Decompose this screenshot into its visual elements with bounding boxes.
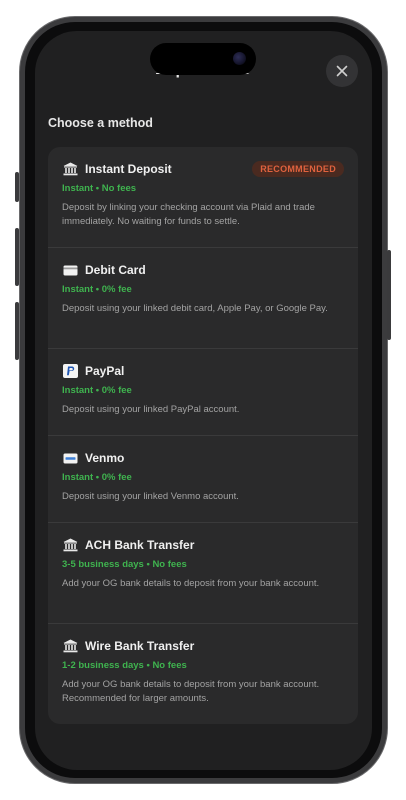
method-name: ACH Bank Transfer <box>85 538 195 552</box>
method-instant-deposit[interactable]: Instant Deposit RECOMMENDED Instant • No… <box>48 160 358 229</box>
venmo-icon <box>62 450 78 466</box>
deposit-methods-card: Instant Deposit RECOMMENDED Instant • No… <box>48 147 358 724</box>
bank-icon <box>62 537 78 553</box>
method-venmo[interactable]: Venmo Instant • 0% fee Deposit using you… <box>48 449 358 504</box>
divider <box>48 348 358 349</box>
method-name: PayPal <box>85 364 125 378</box>
method-meta: Instant • 0% fee <box>62 284 132 295</box>
paypal-icon <box>62 363 78 379</box>
method-meta: 3-5 business days • No fees <box>62 559 187 570</box>
bank-icon <box>62 161 78 177</box>
method-name: Instant Deposit <box>85 162 172 176</box>
close-icon <box>336 65 348 77</box>
method-description: Add your OG bank details to deposit from… <box>62 578 320 589</box>
action-button <box>15 172 19 202</box>
method-name: Wire Bank Transfer <box>85 639 195 653</box>
close-button[interactable] <box>326 55 358 87</box>
method-wire-bank-transfer[interactable]: Wire Bank Transfer 1-2 business days • N… <box>48 637 358 706</box>
power-button <box>387 250 391 340</box>
method-paypal[interactable]: PayPal Instant • 0% fee Deposit using yo… <box>48 362 358 417</box>
section-label: Choose a method <box>48 116 153 130</box>
dynamic-island <box>150 43 256 75</box>
method-debit-card[interactable]: Debit Card Instant • 0% fee Deposit usin… <box>48 261 358 316</box>
front-camera <box>233 52 246 65</box>
method-meta: 1-2 business days • No fees <box>62 660 187 671</box>
recommended-badge: RECOMMENDED <box>252 161 344 177</box>
method-name: Debit Card <box>85 263 146 277</box>
method-description: Deposit by linking your checking account… <box>62 202 315 227</box>
method-description: Deposit using your linked Venmo account. <box>62 491 239 502</box>
divider <box>48 247 358 248</box>
method-ach-bank-transfer[interactable]: ACH Bank Transfer 3-5 business days • No… <box>48 536 358 591</box>
method-description: Add your OG bank details to deposit from… <box>62 679 320 704</box>
credit-card-icon <box>62 262 78 278</box>
method-description: Deposit using your linked PayPal account… <box>62 404 240 415</box>
method-meta: Instant • 0% fee <box>62 385 132 396</box>
divider <box>48 623 358 624</box>
method-name: Venmo <box>85 451 125 465</box>
volume-down-button <box>15 302 19 360</box>
bank-icon <box>62 638 78 654</box>
method-meta: Instant • 0% fee <box>62 472 132 483</box>
method-description: Deposit using your linked debit card, Ap… <box>62 303 328 314</box>
divider <box>48 435 358 436</box>
volume-up-button <box>15 228 19 286</box>
screen: Deposit USD Choose a method <box>35 31 372 770</box>
divider <box>48 522 358 523</box>
method-meta: Instant • No fees <box>62 183 137 194</box>
